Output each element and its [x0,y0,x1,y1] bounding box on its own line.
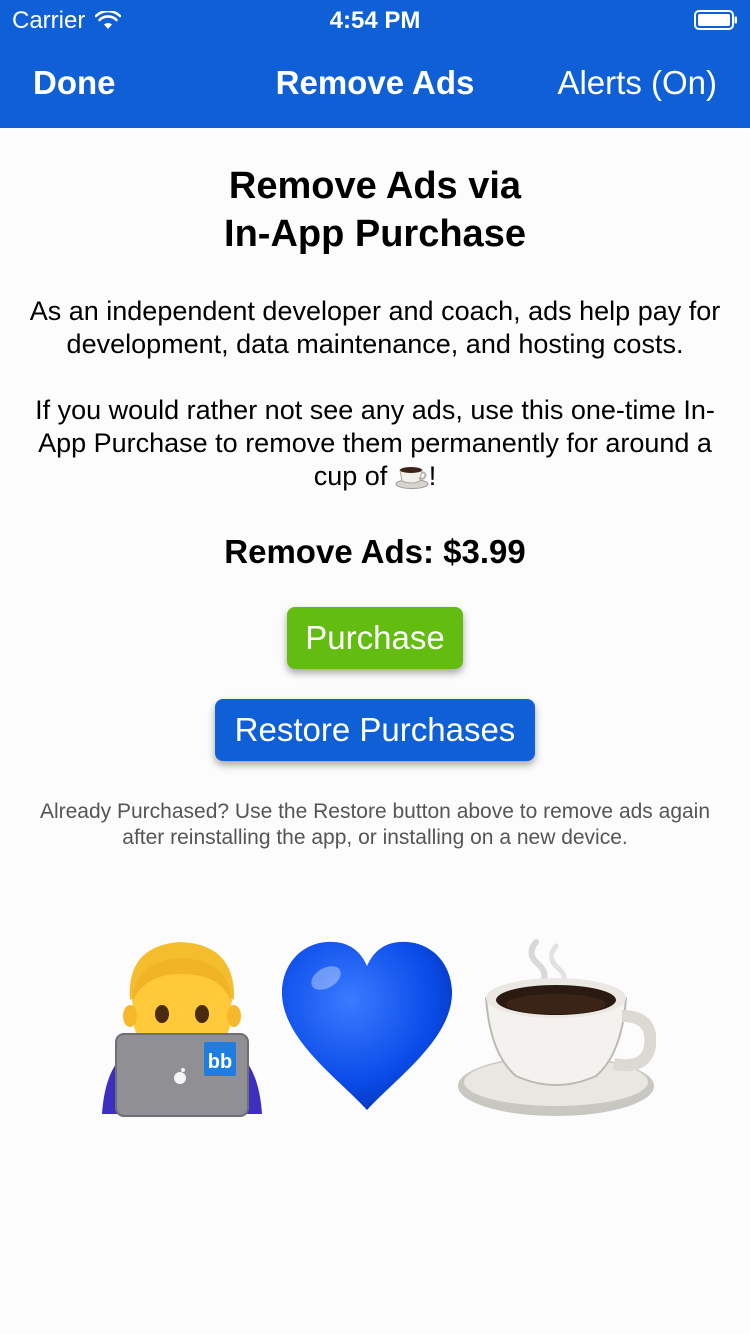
svg-text:bb: bb [208,1051,232,1073]
status-time: 4:54 PM [329,7,421,34]
purchase-button[interactable]: Purchase [287,607,463,669]
intro-paragraph: As an independent developer and coach, a… [29,296,721,359]
status-bar: Carrier 4:54 PM [0,0,750,40]
alerts-toggle-button[interactable]: Alerts (On) [557,64,717,102]
restore-note: Already Purchased? Use the Restore butto… [39,800,711,849]
main-content: Remove Ads via In-App Purchase As an ind… [0,128,750,851]
price-label: Remove Ads: $3.99 [224,533,526,570]
coffee-cup-icon [395,467,429,489]
offer-end: ! [428,461,437,491]
heading-line-2: In-App Purchase [224,213,526,255]
offer-paragraph: If you would rather not see any ads, use… [20,394,730,493]
battery-icon [694,10,737,30]
top-bar: Carrier 4:54 PM Done Remove Ads Alerts (… [0,0,750,128]
man-technologist-icon: bb [102,942,262,1117]
restore-purchases-button[interactable]: Restore Purchases [215,699,535,761]
blue-heart-icon [281,941,453,1110]
coffee-cup-icon [458,939,656,1116]
heading-line-1: Remove Ads via [228,165,522,207]
page-heading: Remove Ads via In-App Purchase [0,162,750,258]
navigation-bar: Done Remove Ads Alerts (On) [0,40,750,128]
emoji-row: bb [0,930,750,1120]
offer-text: If you would rather not see any ads, use… [35,395,715,491]
